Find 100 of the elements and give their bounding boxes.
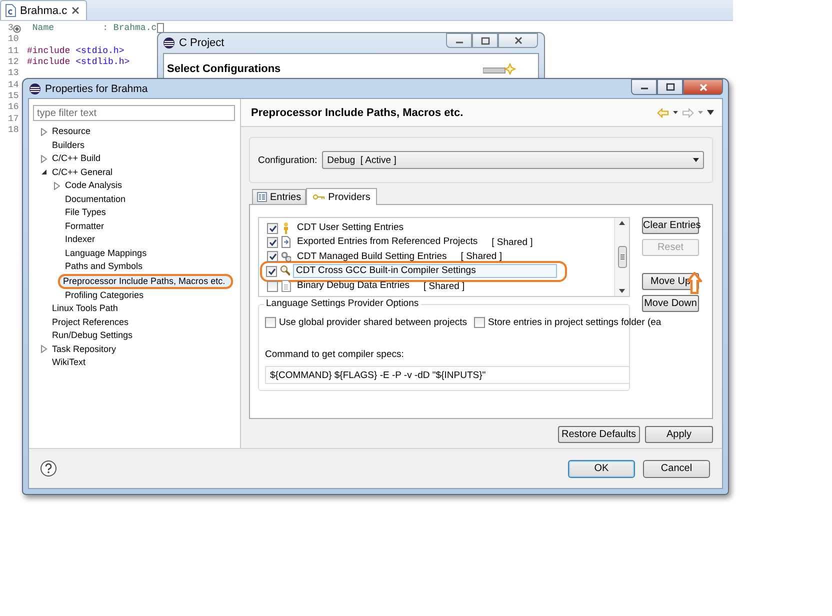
field-label: Command to get compiler specs: xyxy=(265,349,405,360)
tab-label: Brahma.c xyxy=(20,4,68,16)
filter-field[interactable]: type filter text xyxy=(33,105,235,121)
code-line: #include <stdlib.h> xyxy=(27,57,130,68)
maximize-button[interactable] xyxy=(657,79,683,95)
line-number: 11 xyxy=(8,46,19,58)
line-number: 3 xyxy=(8,23,14,34)
checkbox[interactable] xyxy=(474,317,485,328)
code-line: Name : Brahma.c xyxy=(31,23,157,34)
app-icon xyxy=(29,82,41,94)
shared-tag: [ Shared ] xyxy=(492,236,533,248)
tree-item[interactable]: Paths and Symbols xyxy=(62,260,146,274)
checkbox-label: Store entries in project settings folder (ea xyxy=(488,317,662,328)
tree-item[interactable]: Preprocessor Include Paths, Macros etc. xyxy=(58,274,234,288)
tree-item[interactable]: C/C++ General xyxy=(49,166,116,179)
command-field[interactable]: ${COMMAND} ${FLAGS} -E -P -v -dD "${INPUTS}" xyxy=(265,366,629,384)
close-icon[interactable] xyxy=(71,6,80,15)
checkbox-label: Use global provider shared between projects xyxy=(279,317,467,328)
folded-marker-icon xyxy=(156,23,164,33)
tree-item[interactable]: Project References xyxy=(49,316,132,329)
line-number: 13 xyxy=(8,68,19,80)
shared-tag: [ Shared ] xyxy=(423,280,465,292)
tree-item[interactable]: Task Repository xyxy=(49,342,120,356)
builtin-provider-icon xyxy=(280,265,290,278)
tree-item[interactable]: File Types xyxy=(62,206,109,220)
line-number: 10 xyxy=(8,34,19,46)
checkbox[interactable] xyxy=(267,222,278,234)
scroll-thumb-icon xyxy=(618,246,626,268)
collapsed-arrow-icon[interactable] xyxy=(41,128,47,136)
tree-item[interactable]: WikiText xyxy=(49,356,88,370)
group-title: Language Settings Provider Options xyxy=(264,298,421,309)
line-number: 16 xyxy=(8,102,19,114)
maximize-button[interactable] xyxy=(472,33,498,48)
expanded-arrow-icon[interactable] xyxy=(41,169,47,176)
tree-item[interactable]: Resource xyxy=(49,125,94,138)
c-file-icon xyxy=(5,4,16,17)
checkbox[interactable] xyxy=(267,280,278,292)
checkbox[interactable] xyxy=(267,236,278,248)
dialog-title: Properties for Brahma xyxy=(45,82,148,94)
close-icon xyxy=(698,82,708,92)
dropdown-icon[interactable] xyxy=(673,111,678,114)
editor-tab[interactable]: Brahma.c xyxy=(0,0,88,20)
page-button[interactable]: Restore Defaults xyxy=(558,426,640,443)
user-provider-icon xyxy=(281,222,291,234)
shared-tag: [ Shared ] xyxy=(460,251,502,262)
tab[interactable]: Providers xyxy=(306,188,378,205)
line-number: 12 xyxy=(8,57,19,68)
line-number: 15 xyxy=(8,91,19,102)
close-button[interactable] xyxy=(498,33,538,48)
collapsed-arrow-icon[interactable] xyxy=(54,182,60,190)
provider-name[interactable]: CDT User Setting Entries xyxy=(294,221,406,236)
page-title: Preprocessor Include Paths, Macros etc. xyxy=(251,106,464,118)
dialog-button[interactable]: Cancel xyxy=(643,460,710,478)
checkbox[interactable] xyxy=(266,266,277,277)
provider-name[interactable]: Binary Debug Data Entries xyxy=(294,279,412,294)
tree-item[interactable]: Run/Debug Settings xyxy=(49,329,136,342)
section-heading: Select Configurations xyxy=(167,63,281,77)
tree-item[interactable]: Documentation xyxy=(62,192,129,206)
minimize-button[interactable] xyxy=(631,79,657,95)
dialog-button[interactable]: OK xyxy=(568,460,635,478)
scroll-up-icon xyxy=(619,221,625,225)
collapsed-arrow-icon[interactable] xyxy=(41,345,47,354)
code-line: #include <stdio.h> xyxy=(27,46,124,58)
maximize-icon xyxy=(480,36,490,44)
line-number: 14 xyxy=(8,80,19,92)
tree-item[interactable]: Language Mappings xyxy=(62,246,150,260)
scrollbar[interactable] xyxy=(614,218,629,296)
provider-button[interactable]: Clear Entries xyxy=(642,217,699,234)
app-icon xyxy=(163,37,175,49)
tab[interactable]: Entries xyxy=(252,189,306,204)
wizard-icon xyxy=(483,63,517,77)
view-menu-icon[interactable] xyxy=(707,110,714,115)
expand-fold-icon[interactable] xyxy=(13,24,22,33)
help-icon[interactable] xyxy=(40,460,57,477)
managed-provider-icon xyxy=(281,250,291,263)
tree-item[interactable]: Code Analysis xyxy=(62,179,126,192)
provider-name[interactable]: CDT Cross GCC Built-in Compiler Settings xyxy=(293,264,557,278)
line-number: 17 xyxy=(8,114,19,126)
provider-button[interactable]: Move Down xyxy=(642,295,699,312)
key-icon xyxy=(313,194,326,200)
checkbox[interactable] xyxy=(265,317,276,328)
binary-provider-icon xyxy=(281,280,291,292)
tree-item[interactable]: Linux Tools Path xyxy=(49,302,121,316)
scroll-down-icon xyxy=(619,289,625,293)
dialog-title: C Project xyxy=(179,37,224,49)
collapsed-arrow-icon[interactable] xyxy=(41,154,47,163)
checkbox[interactable] xyxy=(267,251,278,262)
tree-item[interactable]: Profiling Categories xyxy=(62,288,147,302)
page-button[interactable]: Apply xyxy=(645,426,713,443)
provider-name[interactable]: CDT Managed Build Setting Entries xyxy=(294,250,450,264)
tree-item[interactable]: Builders xyxy=(49,138,88,152)
tree-item[interactable]: Indexer xyxy=(62,233,98,246)
line-number: 18 xyxy=(8,125,19,136)
tree-item[interactable]: C/C++ Build xyxy=(49,152,104,166)
configuration-dropdown[interactable]: Debug [ Active ] xyxy=(322,151,704,169)
tree-item[interactable]: Formatter xyxy=(62,220,108,233)
dropdown-icon xyxy=(693,158,699,162)
provider-name[interactable]: Exported Entries from Referenced Projects xyxy=(294,235,481,250)
list-icon xyxy=(257,192,267,202)
close-button[interactable] xyxy=(683,79,723,95)
